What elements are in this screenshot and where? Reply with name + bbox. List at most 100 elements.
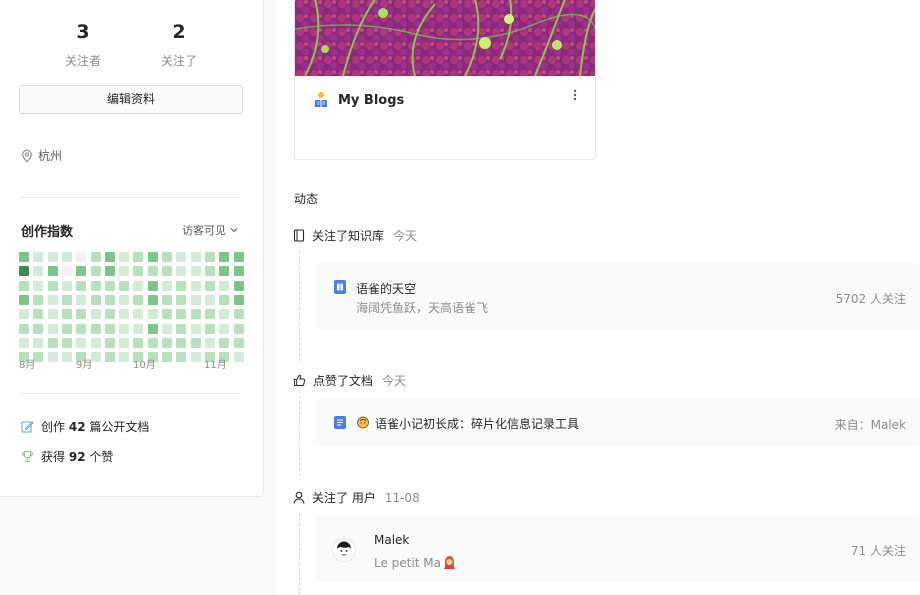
heatmap-cell[interactable]: [204, 309, 215, 320]
heatmap-cell[interactable]: [104, 309, 115, 320]
heatmap-cell[interactable]: [90, 266, 101, 277]
heatmap-cell[interactable]: [119, 337, 130, 348]
heatmap-cell[interactable]: [176, 266, 187, 277]
heatmap-cell[interactable]: [176, 294, 187, 305]
feed-card-user[interactable]: Malek Le petit Ma 71 人关注: [316, 516, 920, 582]
heatmap-cell[interactable]: [76, 252, 87, 262]
heatmap-cell[interactable]: [133, 266, 144, 277]
heatmap-cell[interactable]: [119, 266, 130, 277]
heatmap-cell[interactable]: [133, 294, 144, 305]
heatmap-cell[interactable]: [19, 309, 29, 320]
heatmap-cell[interactable]: [190, 323, 201, 334]
heatmap-cell[interactable]: [190, 280, 201, 291]
heatmap-cell[interactable]: [233, 266, 244, 277]
heatmap-cell[interactable]: [61, 280, 72, 291]
heatmap-cell[interactable]: [47, 266, 58, 277]
feed-card-doc[interactable]: 语雀小记初长成：碎片化信息记录工具 来自：Malek: [316, 398, 920, 447]
heatmap-cell[interactable]: [190, 294, 201, 305]
heatmap-cell[interactable]: [190, 309, 201, 320]
heatmap-cell[interactable]: [204, 337, 215, 348]
heatmap-cell[interactable]: [176, 352, 187, 363]
book-card[interactable]: My Blogs: [294, 0, 596, 160]
heatmap-cell[interactable]: [119, 280, 130, 291]
heatmap-cell[interactable]: [147, 309, 158, 320]
heatmap-cell[interactable]: [133, 309, 144, 320]
heatmap-cell[interactable]: [147, 337, 158, 348]
heatmap-cell[interactable]: [190, 252, 201, 262]
heatmap-cell[interactable]: [90, 337, 101, 348]
followers-stat[interactable]: 3 关注者: [43, 20, 123, 69]
heatmap-cell[interactable]: [119, 309, 130, 320]
heatmap-cell[interactable]: [33, 252, 44, 262]
heatmap-cell[interactable]: [104, 352, 115, 363]
heatmap-cell[interactable]: [233, 280, 244, 291]
heatmap-cell[interactable]: [76, 337, 87, 348]
source-user[interactable]: 来自：Malek: [835, 416, 906, 433]
heatmap-cell[interactable]: [204, 280, 215, 291]
heatmap-cell[interactable]: [19, 266, 29, 277]
heatmap-cell[interactable]: [176, 252, 187, 262]
heatmap-cell[interactable]: [162, 266, 172, 277]
heatmap-cell[interactable]: [90, 252, 101, 262]
heatmap-cell[interactable]: [104, 266, 115, 277]
heatmap-cell[interactable]: [19, 294, 29, 305]
heatmap-cell[interactable]: [162, 252, 172, 262]
heatmap-cell[interactable]: [147, 294, 158, 305]
heatmap-cell[interactable]: [204, 323, 215, 334]
edit-profile-button[interactable]: 编辑资料: [19, 85, 243, 114]
heatmap-cell[interactable]: [219, 294, 230, 305]
more-options-icon[interactable]: [573, 89, 579, 101]
heatmap-cell[interactable]: [233, 323, 244, 334]
heatmap-cell[interactable]: [90, 309, 101, 320]
heatmap-cell[interactable]: [219, 266, 230, 277]
heatmap-cell[interactable]: [190, 352, 201, 363]
feed-card-title[interactable]: Malek: [374, 533, 409, 547]
heatmap-cell[interactable]: [104, 323, 115, 334]
heatmap-cell[interactable]: [104, 252, 115, 262]
heatmap-cell[interactable]: [233, 252, 244, 262]
heatmap-cell[interactable]: [47, 323, 58, 334]
heatmap-cell[interactable]: [47, 337, 58, 348]
heatmap-cell[interactable]: [104, 294, 115, 305]
heatmap-cell[interactable]: [233, 309, 244, 320]
heatmap-cell[interactable]: [76, 309, 87, 320]
heatmap-cell[interactable]: [76, 323, 87, 334]
heatmap-cell[interactable]: [190, 266, 201, 277]
heatmap-cell[interactable]: [33, 337, 44, 348]
heatmap-cell[interactable]: [119, 352, 130, 363]
heatmap-cell[interactable]: [233, 294, 244, 305]
heatmap-cell[interactable]: [33, 323, 44, 334]
heatmap-cell[interactable]: [61, 309, 72, 320]
heatmap-cell[interactable]: [19, 323, 29, 334]
heatmap-cell[interactable]: [61, 337, 72, 348]
heatmap-cell[interactable]: [90, 280, 101, 291]
feed-card-book[interactable]: 语雀的天空 海阔凭鱼跃，天高语雀飞 5702 人关注: [316, 263, 920, 330]
book-title[interactable]: My Blogs: [338, 93, 404, 108]
heatmap-cell[interactable]: [33, 294, 44, 305]
heatmap-cell[interactable]: [104, 280, 115, 291]
heatmap-cell[interactable]: [47, 280, 58, 291]
heatmap-cell[interactable]: [61, 266, 72, 277]
heatmap-cell[interactable]: [204, 252, 215, 262]
heatmap-cell[interactable]: [162, 352, 172, 363]
heatmap-cell[interactable]: [147, 266, 158, 277]
heatmap-cell[interactable]: [204, 266, 215, 277]
heatmap-cell[interactable]: [233, 337, 244, 348]
heatmap-cell[interactable]: [162, 280, 172, 291]
heatmap-cell[interactable]: [133, 337, 144, 348]
heatmap-cell[interactable]: [76, 294, 87, 305]
heatmap-cell[interactable]: [76, 266, 87, 277]
heatmap-cell[interactable]: [47, 294, 58, 305]
heatmap-cell[interactable]: [176, 323, 187, 334]
heatmap-cell[interactable]: [133, 323, 144, 334]
heatmap-cell[interactable]: [19, 337, 29, 348]
heatmap-cell[interactable]: [104, 337, 115, 348]
heatmap-cell[interactable]: [119, 323, 130, 334]
heatmap-cell[interactable]: [76, 280, 87, 291]
heatmap-cell[interactable]: [204, 294, 215, 305]
visibility-dropdown[interactable]: 访客可见: [182, 222, 238, 238]
heatmap-cell[interactable]: [61, 294, 72, 305]
heatmap-cell[interactable]: [147, 323, 158, 334]
following-stat[interactable]: 2 关注了: [139, 20, 219, 69]
heatmap-cell[interactable]: [90, 294, 101, 305]
